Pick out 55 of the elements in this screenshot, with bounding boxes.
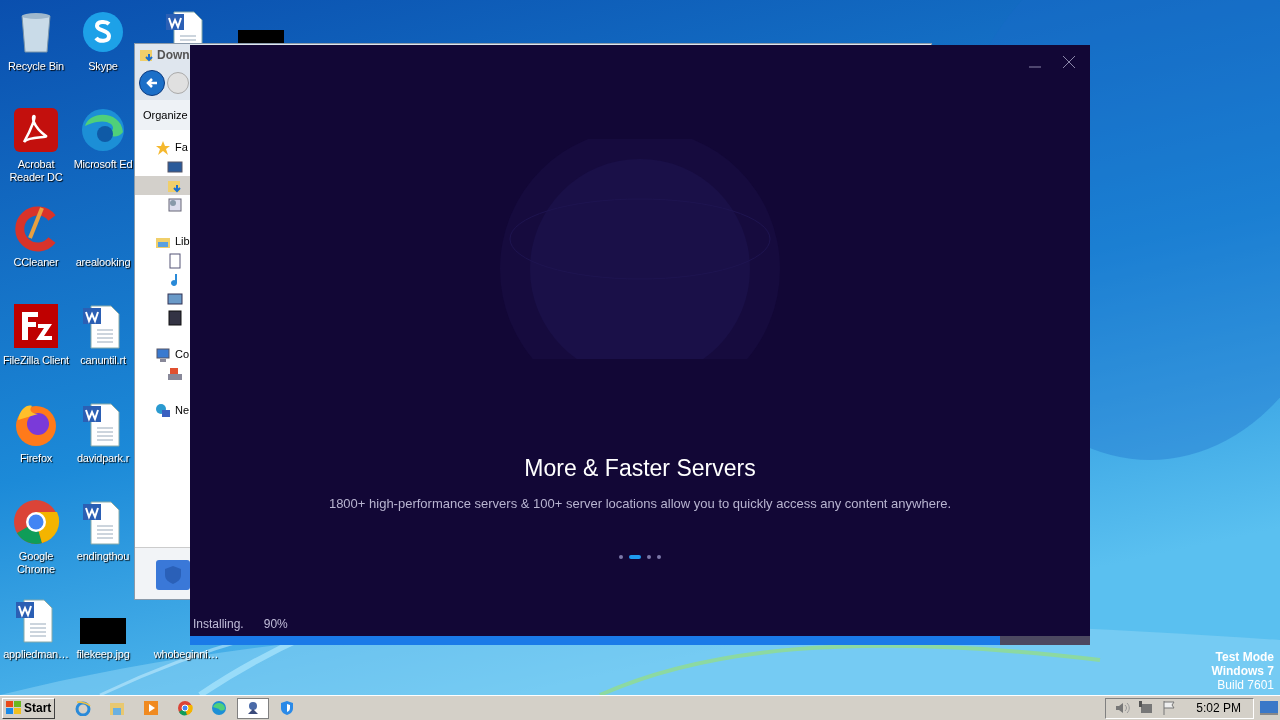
desktop-icon-label[interactable]: Acrobat Reader DC (0, 158, 72, 184)
disk-drive-icon (167, 365, 183, 382)
chrome-icon (177, 700, 194, 716)
nav-item[interactable]: Fa (135, 138, 190, 157)
desktop-icon-label[interactable]: Google Chrome (0, 550, 72, 576)
system-info-text: Windows 7 (1211, 664, 1274, 678)
network-icon[interactable] (1138, 701, 1155, 715)
desktop-icon-label[interactable]: Skype (88, 60, 118, 73)
desktop-icon-label[interactable]: Firefox (19, 452, 53, 465)
internet-explorer-icon (75, 700, 92, 716)
monitor-icon (167, 158, 183, 175)
system-info-text: Build 7601 (1217, 678, 1274, 692)
computer-icon (155, 346, 171, 363)
desktop-icon-label[interactable]: arealooking (75, 256, 131, 269)
slide-description: 1800+ high-performance servers & 100+ server locations allow you to quickly access any content anywhere. (328, 494, 952, 513)
film-icon (167, 309, 183, 326)
acrobat-icon (12, 106, 60, 154)
document-icon (167, 252, 183, 269)
slide-title: More & Faster Servers (524, 454, 756, 483)
desktop-icon-label[interactable]: Microsoft Ed (73, 158, 133, 171)
picture-icon (167, 290, 183, 307)
system-info-text: Test Mode (1215, 650, 1274, 664)
clock[interactable]: 5:02 PM (1196, 699, 1241, 717)
desktop-icon-label[interactable]: Recycle Bin (8, 60, 64, 73)
status-text: Installing. (193, 616, 244, 633)
edge-icon (211, 700, 228, 716)
folder-icon (109, 700, 126, 716)
image-thumbnail (80, 618, 126, 644)
desktop-icon-label[interactable]: canuntil.rt (80, 354, 126, 367)
speaker-icon[interactable] (1114, 701, 1131, 715)
nav-item[interactable]: Co (135, 345, 190, 364)
media-player-icon (143, 700, 160, 716)
folder-icon (139, 47, 155, 63)
start-button[interactable]: Start (2, 697, 56, 719)
back-button[interactable] (139, 70, 165, 96)
chrome-icon (12, 498, 60, 546)
filezilla-icon (12, 302, 60, 350)
network-icon (155, 402, 171, 419)
desktop-icon-label[interactable]: davidpark.r (76, 452, 130, 465)
star-icon (155, 139, 171, 156)
windows-logo-icon (6, 701, 22, 715)
recent-places-icon (167, 196, 183, 213)
close-icon[interactable] (1062, 55, 1076, 69)
progress-percent: 90% (263, 616, 288, 633)
edge-icon (79, 106, 127, 154)
desktop-icon-label[interactable]: endingthou (76, 550, 130, 563)
taskbar-button[interactable] (237, 697, 270, 719)
back-arrow-icon (145, 76, 159, 90)
window-title: Down (157, 47, 190, 64)
nav-item[interactable]: Ne (135, 401, 190, 420)
organize-button[interactable]: Organize (143, 106, 188, 124)
desktop-icon-label[interactable]: CCleaner (13, 256, 59, 269)
desktop-icon-label[interactable]: FileZilla Client (3, 354, 69, 367)
shield-icon (279, 700, 296, 716)
nav-item[interactable]: Lib (135, 232, 190, 251)
